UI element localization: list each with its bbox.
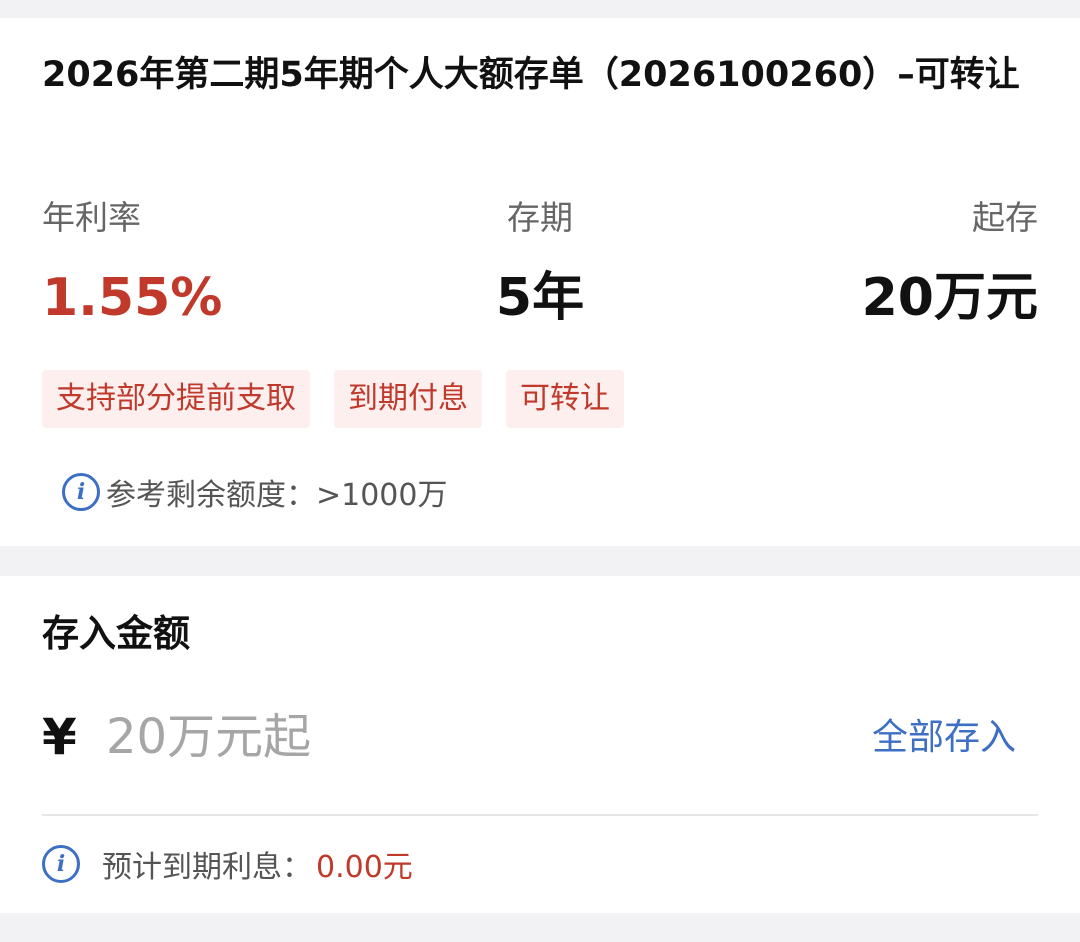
min-deposit-value: 20万元 — [861, 268, 1038, 328]
product-card: 2026年第二期5年期个人大额存单（2026100260）–可转让 年利率 存期… — [0, 18, 1080, 546]
remaining-quota: i 参考剩余额度： >1000万 — [62, 470, 447, 514]
deposit-card: 存入金额 ¥ 全部存入 i 预计到期利息： 0.00元 — [0, 576, 1080, 913]
tag-transferable: 可转让 — [506, 370, 624, 428]
interest-value: 0.00元 — [316, 850, 413, 885]
info-icon[interactable]: i — [42, 845, 80, 883]
term-value: 5年 — [495, 268, 585, 328]
divider — [42, 814, 1038, 816]
quota-label: 参考剩余额度： — [106, 478, 316, 513]
info-icon[interactable]: i — [62, 473, 100, 511]
expected-interest: i 预计到期利息： 0.00元 — [42, 842, 413, 886]
min-deposit-label: 起存 — [972, 198, 1038, 237]
amount-input[interactable] — [106, 706, 706, 768]
quota-value: >1000万 — [316, 478, 448, 513]
term-label: 存期 — [507, 198, 573, 237]
amount-row: ¥ 全部存入 — [42, 704, 1038, 774]
tag-interest-at-maturity: 到期付息 — [334, 370, 482, 428]
deposit-amount-title: 存入金额 — [42, 612, 190, 655]
currency-symbol: ¥ — [42, 708, 77, 766]
product-title: 2026年第二期5年期个人大额存单（2026100260）–可转让 — [42, 55, 1020, 95]
page: 2026年第二期5年期个人大额存单（2026100260）–可转让 年利率 存期… — [0, 0, 1080, 942]
deposit-all-button[interactable]: 全部存入 — [872, 712, 1016, 764]
feature-tags: 支持部分提前支取 到期付息 可转让 — [42, 370, 624, 428]
interest-label: 预计到期利息： — [102, 850, 312, 885]
rate-label: 年利率 — [42, 198, 141, 237]
rate-value: 1.55% — [42, 268, 223, 328]
tag-partial-withdrawal: 支持部分提前支取 — [42, 370, 310, 428]
